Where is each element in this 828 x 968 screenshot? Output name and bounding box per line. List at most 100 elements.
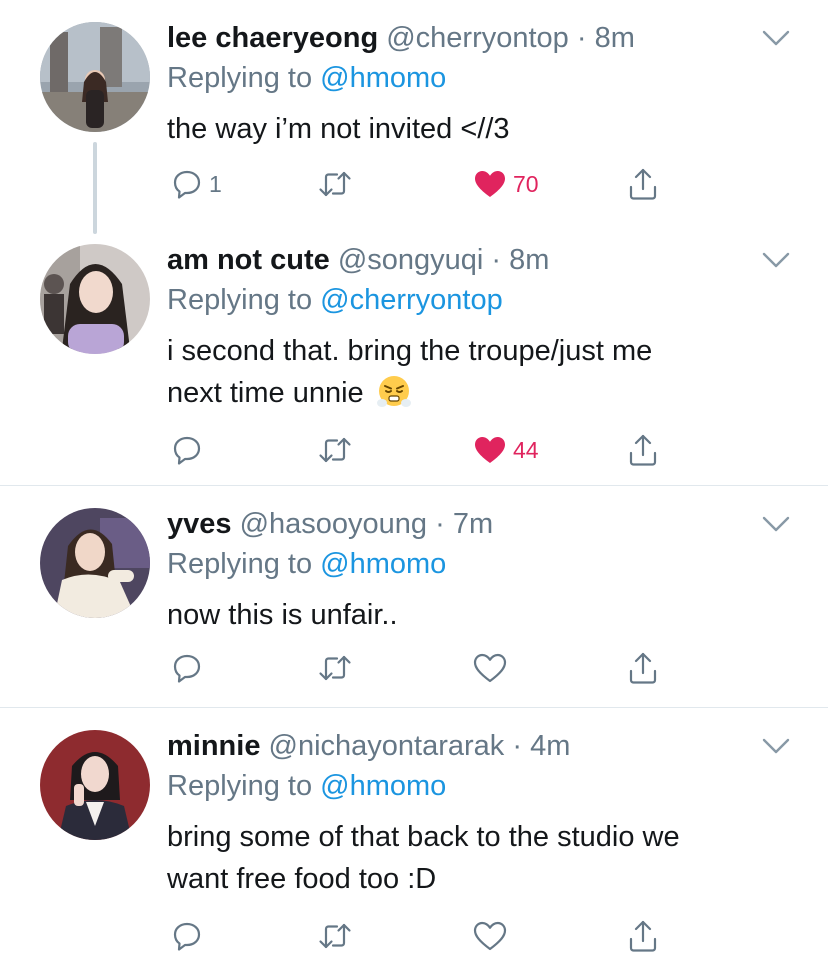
replies-feed: lee chaeryeong @cherryontop · 8m Replyin… (0, 0, 828, 968)
tweet-actions (167, 650, 687, 686)
tweet-actions (167, 918, 687, 954)
share-icon (629, 652, 657, 684)
tweet-text: now this is unfair.. (167, 594, 768, 636)
user-handle[interactable]: @hasooyoung (240, 508, 427, 540)
mention-link[interactable]: @hmomo (320, 548, 446, 580)
reply-button[interactable] (171, 650, 203, 686)
mention-link[interactable]: @hmomo (320, 62, 446, 94)
tweet-text-line-content: next time unnie (167, 377, 364, 409)
like-button[interactable] (473, 650, 507, 686)
tweet-header: am not cute @songyuqi · 8m (167, 242, 768, 278)
avatar-photo (40, 508, 150, 618)
tweet-text: i second that. bring the troupe/just me … (167, 330, 768, 414)
user-handle[interactable]: @cherryontop (386, 22, 569, 54)
share-button[interactable] (627, 918, 659, 954)
share-button[interactable] (627, 166, 659, 202)
tweet-header: lee chaeryeong @cherryontop · 8m (167, 20, 768, 56)
avatar-photo (40, 730, 150, 840)
reply-count: 1 (209, 170, 222, 197)
replying-to: Replying to @hmomo (167, 546, 446, 582)
tweet-text-line: i second that. bring the troupe/just me (167, 335, 653, 367)
avatar[interactable] (40, 244, 150, 354)
replying-label: Replying to (167, 770, 313, 802)
tweet-actions: 44 (167, 432, 687, 468)
heart-filled-icon (475, 171, 505, 197)
tweet-text-line: next time unnie (167, 372, 768, 414)
dot-separator: · (427, 508, 453, 540)
chevron-down-icon[interactable] (760, 248, 792, 272)
tweet-text: the way i’m not invited <//3 (167, 108, 768, 150)
retweet-icon (319, 923, 351, 949)
tweet-header: minnie @nichayontararak · 4m (167, 728, 768, 764)
replying-label: Replying to (167, 284, 313, 316)
like-button[interactable]: 70 (473, 166, 539, 202)
display-name[interactable]: minnie (167, 730, 260, 762)
like-button[interactable]: 44 (473, 432, 539, 468)
avatar[interactable] (40, 22, 150, 132)
avatar-photo (40, 22, 150, 132)
reply-button[interactable] (171, 432, 203, 468)
retweet-icon (319, 655, 351, 681)
display-name[interactable]: am not cute (167, 244, 330, 276)
tweet-actions: 1 70 (167, 166, 687, 202)
avatar-photo (40, 244, 150, 354)
dot-separator: · (483, 244, 510, 276)
heart-outline-icon (473, 653, 507, 683)
display-name[interactable]: yves (167, 508, 232, 540)
replying-to: Replying to @cherryontop (167, 282, 503, 318)
user-handle[interactable]: @nichayontararak (269, 730, 505, 762)
tweet-1[interactable]: lee chaeryeong @cherryontop · 8m Replyin… (0, 0, 828, 234)
replying-to: Replying to @hmomo (167, 768, 446, 804)
share-button[interactable] (627, 650, 659, 686)
chevron-down-icon[interactable] (760, 734, 792, 758)
retweet-button[interactable] (317, 432, 353, 468)
tweet-2[interactable]: am not cute @songyuqi · 8m Replying to @… (0, 220, 828, 484)
retweet-button[interactable] (317, 918, 353, 954)
dot-separator: · (504, 730, 531, 762)
reply-icon (173, 922, 201, 951)
retweet-button[interactable] (317, 650, 353, 686)
avatar[interactable] (40, 508, 150, 618)
huffing-face-emoji-icon (376, 376, 411, 407)
chevron-down-icon[interactable] (760, 512, 792, 536)
timestamp[interactable]: 8m (595, 22, 635, 54)
retweet-icon (319, 437, 351, 463)
share-icon (629, 434, 657, 466)
replying-label: Replying to (167, 548, 313, 580)
reply-button[interactable]: 1 (171, 166, 222, 202)
chevron-down-icon[interactable] (760, 26, 792, 50)
like-count: 44 (513, 436, 539, 463)
dot-separator: · (568, 22, 595, 54)
share-icon (629, 920, 657, 952)
tweet-text-line: bring some of that back to the studio we (167, 821, 680, 853)
replying-label: Replying to (167, 62, 313, 94)
reply-icon (173, 436, 201, 465)
tweet-3[interactable]: yves @hasooyoung · 7m Replying to @hmomo… (0, 486, 828, 706)
heart-outline-icon (473, 921, 507, 951)
like-button[interactable] (473, 918, 507, 954)
tweet-header: yves @hasooyoung · 7m (167, 506, 768, 542)
timestamp[interactable]: 8m (509, 244, 549, 276)
tweet-text-line: want free food too :D (167, 863, 437, 895)
timestamp[interactable]: 7m (453, 508, 493, 540)
tweet-text-line: the way i’m not invited <//3 (167, 113, 510, 145)
share-button[interactable] (627, 432, 659, 468)
share-icon (629, 168, 657, 200)
like-count: 70 (513, 170, 539, 197)
tweet-4[interactable]: minnie @nichayontararak · 4m Replying to… (0, 708, 828, 968)
avatar[interactable] (40, 730, 150, 840)
reply-icon (173, 654, 201, 683)
heart-filled-icon (475, 437, 505, 463)
mention-link[interactable]: @hmomo (320, 770, 446, 802)
display-name[interactable]: lee chaeryeong (167, 22, 378, 54)
reply-button[interactable] (171, 918, 203, 954)
retweet-icon (319, 171, 351, 197)
mention-link[interactable]: @cherryontop (320, 284, 503, 316)
timestamp[interactable]: 4m (530, 730, 570, 762)
user-handle[interactable]: @songyuqi (338, 244, 484, 276)
reply-icon (173, 170, 201, 199)
tweet-text: bring some of that back to the studio we… (167, 816, 768, 900)
replying-to: Replying to @hmomo (167, 60, 446, 96)
retweet-button[interactable] (317, 166, 353, 202)
tweet-text-line: now this is unfair.. (167, 599, 398, 631)
